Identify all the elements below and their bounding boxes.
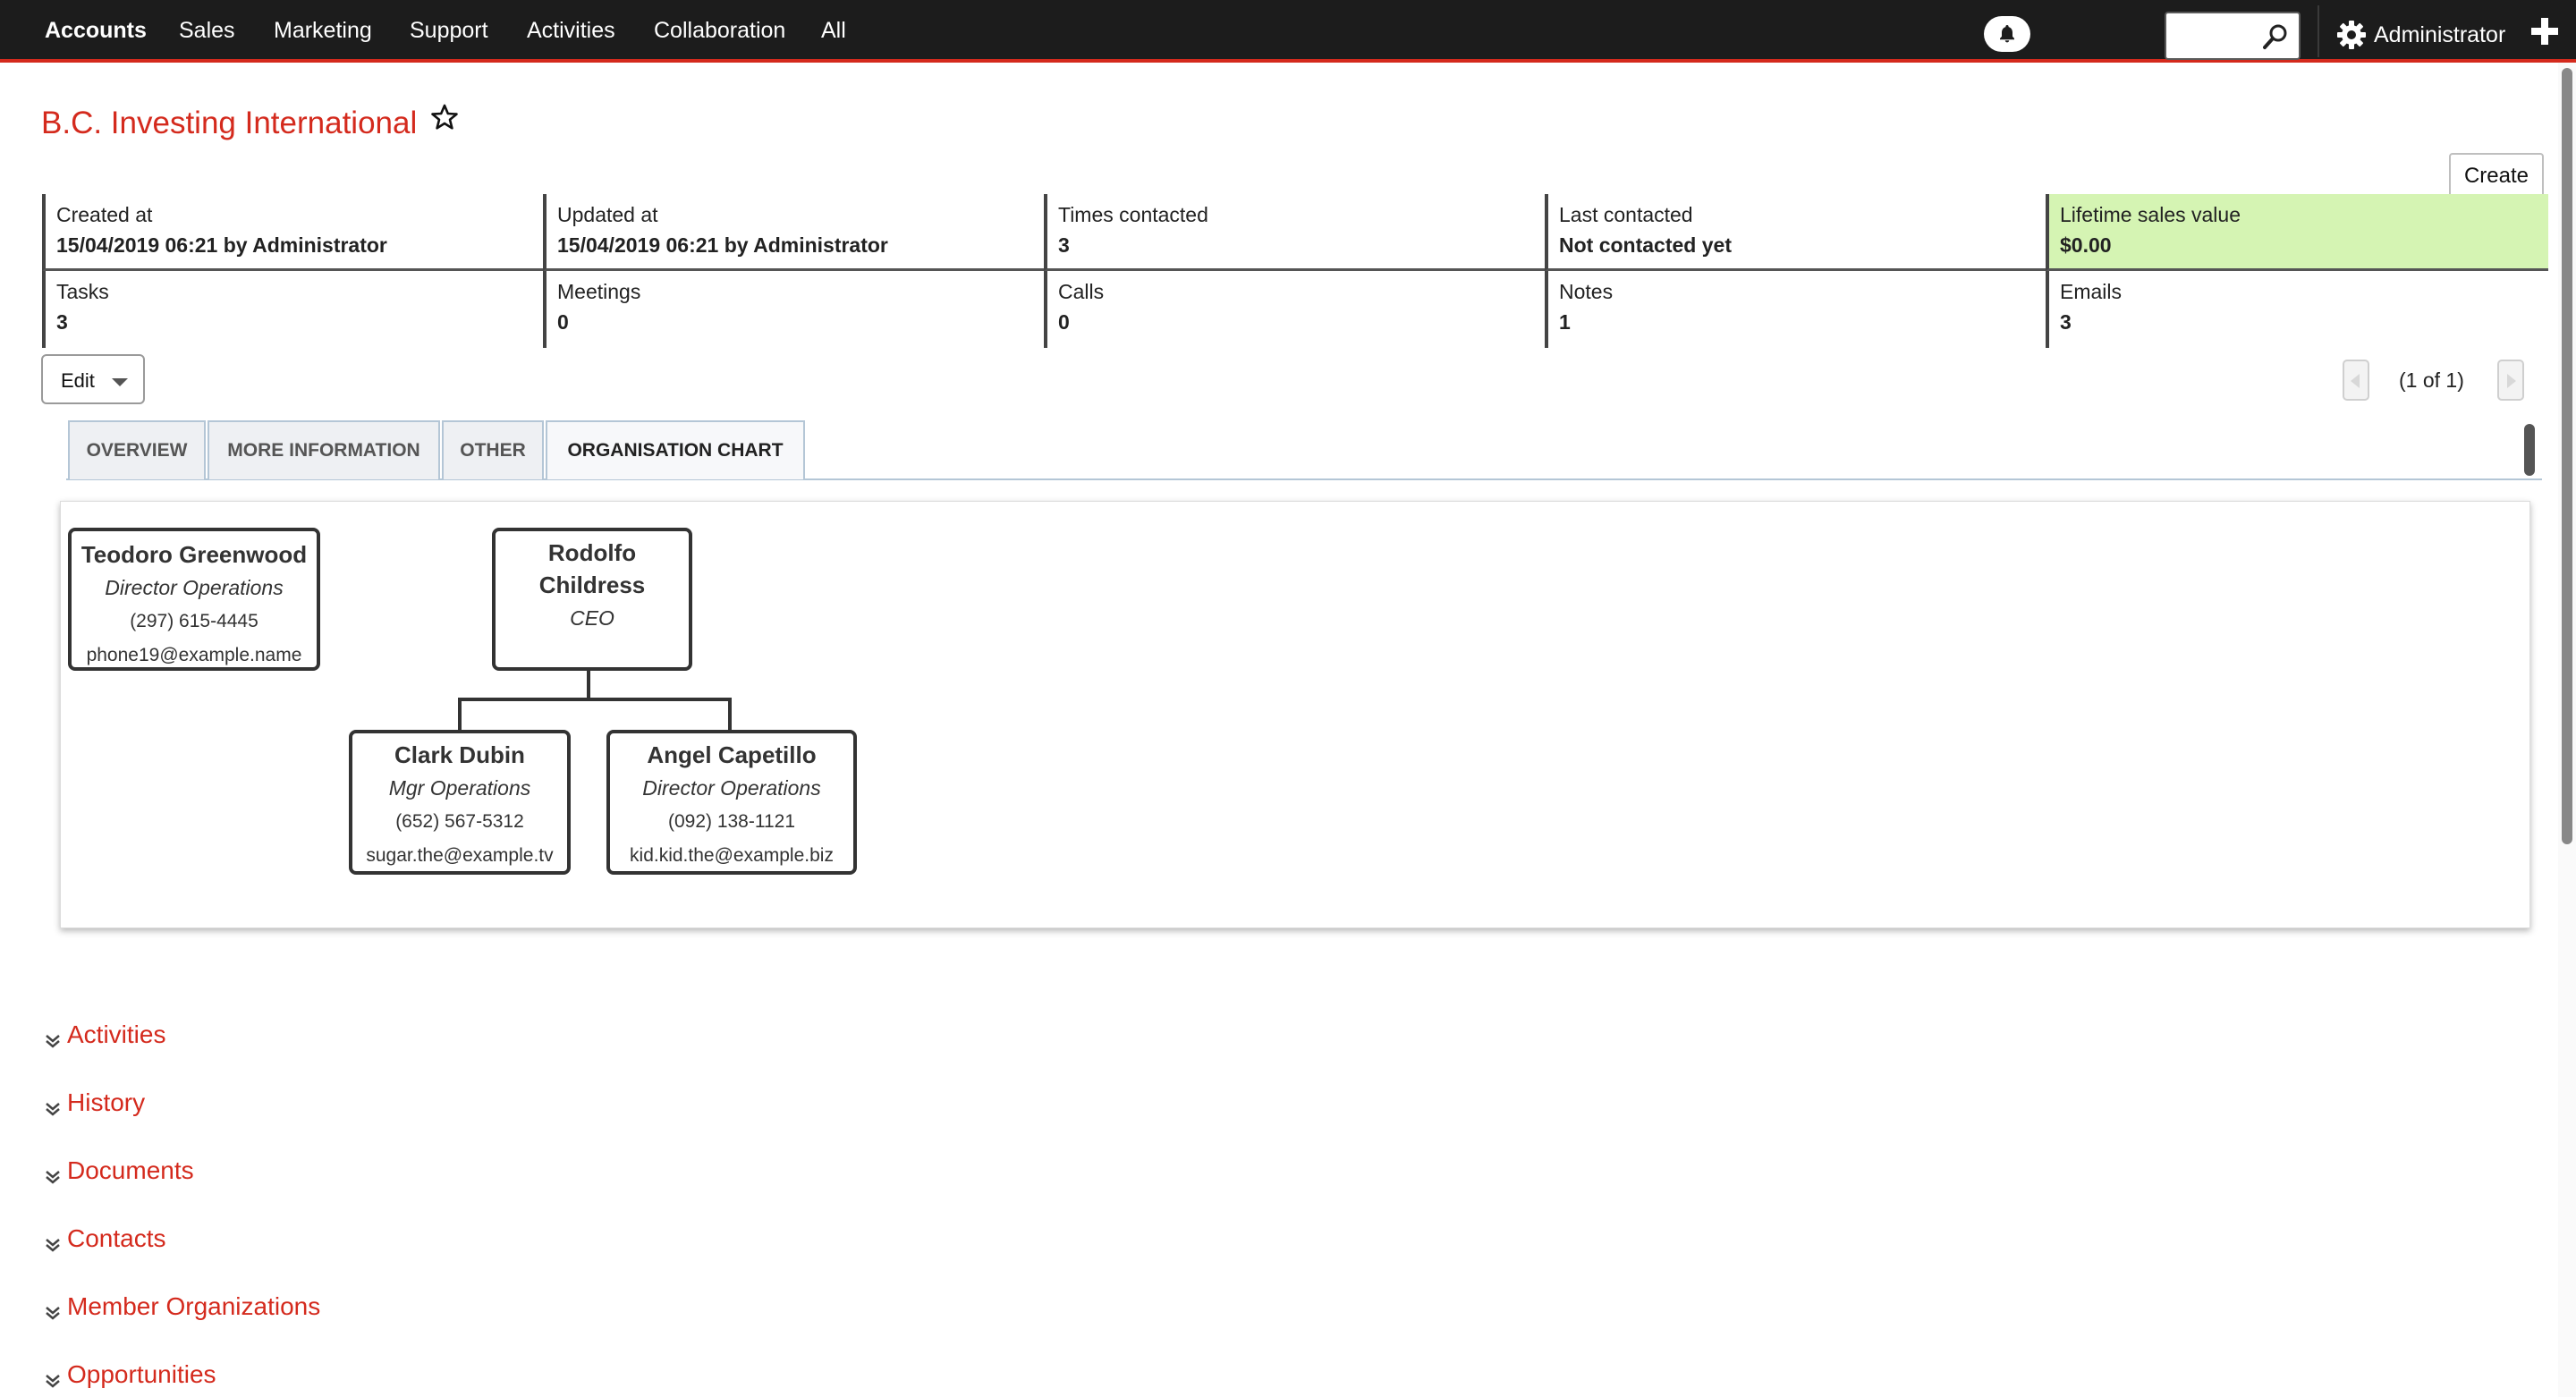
section-label: Documents bbox=[67, 1156, 194, 1184]
nav-item-sales[interactable]: Sales bbox=[179, 18, 235, 44]
stat-label: Calls bbox=[1058, 280, 1105, 303]
stat-emails: Emails 3 bbox=[2046, 271, 2546, 348]
stat-value: 3 bbox=[56, 310, 68, 334]
connector-line bbox=[458, 698, 462, 732]
double-chevron-down-icon bbox=[46, 1375, 60, 1388]
tab-overview[interactable]: OVERVIEW bbox=[68, 420, 206, 479]
double-chevron-down-icon bbox=[46, 1103, 60, 1116]
section-label: Opportunities bbox=[67, 1360, 216, 1388]
nav-item-marketing[interactable]: Marketing bbox=[274, 18, 372, 44]
previous-record-button[interactable] bbox=[2343, 360, 2369, 401]
nav-item-support[interactable]: Support bbox=[410, 18, 488, 44]
node-title: Director Operations bbox=[105, 576, 284, 599]
chevron-left-icon bbox=[2351, 374, 2360, 388]
section-label: Activities bbox=[67, 1020, 166, 1048]
node-phone: (092) 138-1121 bbox=[667, 811, 796, 832]
stat-value: 0 bbox=[557, 310, 569, 334]
connector-line bbox=[728, 698, 732, 732]
stat-last-contacted: Last contacted Not contacted yet bbox=[1545, 194, 2046, 271]
double-chevron-down-icon bbox=[46, 1307, 60, 1320]
stat-lifetime-sales-value: Lifetime sales value $0.00 bbox=[2046, 194, 2548, 271]
stat-created-at: Created at 15/04/2019 06:21 by Administr… bbox=[42, 194, 543, 271]
tabs-scroll-handle[interactable] bbox=[2524, 424, 2535, 476]
notifications-button[interactable] bbox=[1984, 16, 2030, 52]
nav-item-activities[interactable]: Activities bbox=[527, 18, 615, 44]
section-label: Member Organizations bbox=[67, 1292, 321, 1320]
section-label: History bbox=[67, 1088, 146, 1116]
node-name-line2: Childress bbox=[538, 572, 646, 598]
org-node-report[interactable]: Clark Dubin Mgr Operations (652) 567-531… bbox=[349, 730, 571, 875]
stat-calls: Calls 0 bbox=[1044, 271, 1545, 348]
org-node-report[interactable]: Angel Capetillo Director Operations (092… bbox=[606, 730, 857, 875]
stat-label: Tasks bbox=[56, 280, 109, 303]
chevron-down-icon bbox=[112, 378, 128, 386]
org-node-standalone[interactable]: Teodoro Greenwood Director Operations (2… bbox=[68, 528, 320, 671]
nav-item-collaboration[interactable]: Collaboration bbox=[654, 18, 785, 44]
node-title: CEO bbox=[570, 606, 614, 630]
stat-label: Lifetime sales value bbox=[2060, 203, 2241, 226]
double-chevron-down-icon bbox=[46, 1171, 60, 1184]
node-name: Angel Capetillo bbox=[647, 741, 817, 768]
page-title: B.C. Investing International bbox=[41, 106, 418, 140]
edit-label: Edit bbox=[61, 369, 95, 392]
node-title: Mgr Operations bbox=[388, 776, 531, 800]
next-record-button[interactable] bbox=[2497, 360, 2524, 401]
create-button[interactable]: Create bbox=[2449, 153, 2544, 199]
stat-value: 15/04/2019 06:21 by Administrator bbox=[557, 233, 888, 257]
tab-organisation-chart[interactable]: ORGANISATION CHART bbox=[546, 420, 805, 479]
tab-more-information[interactable]: MORE INFORMATION bbox=[208, 420, 440, 479]
stat-value: 15/04/2019 06:21 by Administrator bbox=[56, 233, 387, 257]
connector-line bbox=[587, 671, 590, 699]
bell-icon bbox=[2000, 25, 2014, 43]
node-email: sugar.the@example.tv bbox=[366, 845, 554, 866]
stat-label: Updated at bbox=[557, 203, 658, 226]
top-navigation-bar: Accounts Sales Marketing Support Activit… bbox=[0, 0, 2576, 63]
search-input[interactable] bbox=[2174, 21, 2254, 51]
nav-divider bbox=[2318, 5, 2319, 57]
nav-item-accounts[interactable]: Accounts bbox=[45, 18, 147, 44]
nav-item-all[interactable]: All bbox=[821, 18, 846, 44]
stat-value: 3 bbox=[2060, 310, 2072, 334]
node-email: kid.kid.the@example.biz bbox=[630, 845, 834, 866]
stat-notes: Notes 1 bbox=[1545, 271, 2046, 348]
node-phone: (652) 567-5312 bbox=[395, 811, 524, 832]
pager-status: (1 of 1) bbox=[2399, 368, 2464, 392]
connector-line bbox=[458, 698, 732, 701]
user-menu-label[interactable]: Administrator bbox=[2374, 22, 2505, 48]
node-phone: (297) 615-4445 bbox=[130, 611, 258, 631]
stat-meetings: Meetings 0 bbox=[543, 271, 1044, 348]
edit-actions-dropdown[interactable]: Edit bbox=[41, 354, 145, 404]
stat-label: Notes bbox=[1559, 280, 1614, 303]
gear-icon[interactable] bbox=[2336, 20, 2367, 50]
plus-icon[interactable] bbox=[2529, 16, 2560, 47]
chevron-right-icon bbox=[2507, 374, 2516, 388]
org-node-root[interactable]: Rodolfo Childress CEO bbox=[492, 528, 692, 671]
node-name: Clark Dubin bbox=[394, 741, 525, 768]
stat-value: $0.00 bbox=[2060, 233, 2112, 257]
node-name: Teodoro Greenwood bbox=[80, 541, 308, 568]
stat-times-contacted: Times contacted 3 bbox=[1044, 194, 1545, 271]
stat-value: 0 bbox=[1058, 310, 1070, 334]
page-scrollbar-thumb[interactable] bbox=[2562, 68, 2572, 844]
stat-label: Emails bbox=[2060, 280, 2123, 303]
section-label: Contacts bbox=[67, 1224, 166, 1252]
double-chevron-down-icon bbox=[46, 1239, 60, 1252]
stat-updated-at: Updated at 15/04/2019 06:21 by Administr… bbox=[543, 194, 1044, 271]
search-field[interactable] bbox=[2165, 12, 2301, 60]
node-title: Director Operations bbox=[642, 776, 821, 800]
node-name-line1: Rodolfo bbox=[547, 539, 637, 566]
tab-other[interactable]: OTHER bbox=[442, 420, 544, 479]
stat-value: Not contacted yet bbox=[1559, 233, 1732, 257]
stat-label: Meetings bbox=[557, 280, 641, 303]
stat-value: 1 bbox=[1559, 310, 1571, 334]
stat-label: Last contacted bbox=[1559, 203, 1693, 226]
stat-tasks: Tasks 3 bbox=[42, 271, 543, 348]
stat-label: Created at bbox=[56, 203, 153, 226]
node-email: phone19@example.name bbox=[86, 645, 302, 665]
double-chevron-down-icon bbox=[46, 1035, 60, 1048]
stat-label: Times contacted bbox=[1058, 203, 1208, 226]
favorite-star-icon[interactable] bbox=[430, 103, 459, 131]
search-icon[interactable] bbox=[2261, 22, 2290, 51]
stat-value: 3 bbox=[1058, 233, 1070, 257]
